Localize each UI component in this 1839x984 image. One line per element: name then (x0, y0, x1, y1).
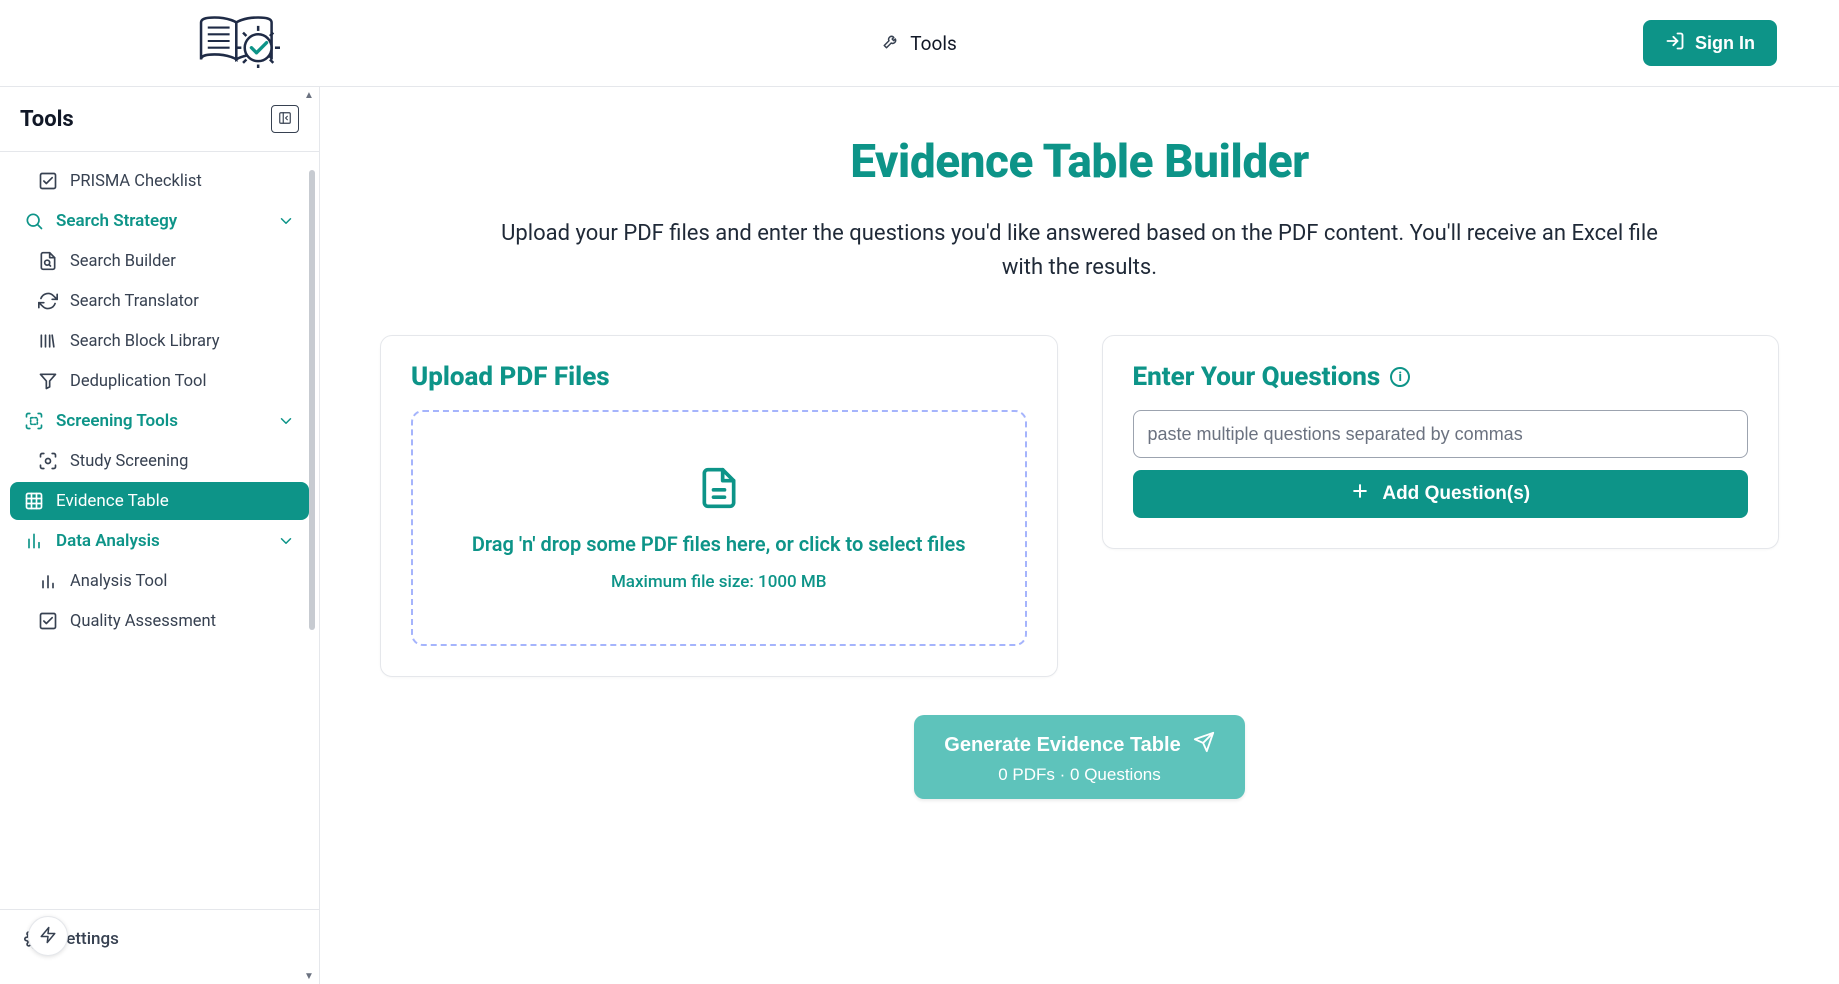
check-square-icon (38, 611, 58, 631)
sidebar-item-label: PRISMA Checklist (70, 172, 202, 191)
filter-icon (38, 371, 58, 391)
sidebar-group-label: Search Strategy (56, 211, 177, 231)
sidebar-item-search-block-library[interactable]: Search Block Library (10, 322, 309, 360)
file-icon (697, 464, 741, 516)
generate-label: Generate Evidence Table (944, 734, 1180, 757)
sidebar-nav: PRISMA Checklist Search Strategy Search … (0, 152, 319, 909)
generate-wrap: Generate Evidence Table 0 PDFs · 0 Quest… (380, 715, 1779, 799)
sidebar-item-label: Evidence Table (56, 491, 169, 511)
sidebar-item-label: Deduplication Tool (70, 372, 206, 391)
sidebar-item-label: Quality Assessment (70, 612, 216, 631)
sidebar-item-quality-assessment[interactable]: Quality Assessment (10, 602, 309, 640)
refresh-icon (38, 291, 58, 311)
info-icon[interactable]: i (1390, 367, 1410, 387)
logo-container (28, 14, 882, 72)
sidebar-item-label: Study Screening (70, 452, 188, 471)
scrollbar-thumb[interactable] (309, 170, 315, 630)
sidebar-item-label: Search Builder (70, 252, 176, 271)
header-right: Sign In (957, 20, 1811, 66)
upload-card: Upload PDF Files Drag 'n' drop some PDF … (380, 335, 1058, 677)
sidebar-item-prisma-checklist[interactable]: PRISMA Checklist (10, 162, 309, 200)
chevron-down-icon (277, 412, 295, 430)
scrollbar-track[interactable] (307, 166, 317, 809)
sidebar-title: Tools (20, 107, 74, 132)
floating-action-button[interactable] (28, 916, 68, 956)
sidebar-item-label: Search Translator (70, 292, 199, 311)
header-nav-label: Tools (910, 32, 957, 55)
questions-input[interactable] (1133, 410, 1749, 458)
sidebar-group-data-analysis[interactable]: Data Analysis (10, 522, 309, 560)
file-search-icon (38, 251, 58, 271)
search-icon (24, 211, 44, 231)
main-content: Evidence Table Builder Upload your PDF f… (320, 87, 1839, 984)
sidebar-group-label: Screening Tools (56, 411, 178, 431)
app-header: Tools Sign In (0, 0, 1839, 87)
scroll-down-icon[interactable]: ▼ (301, 968, 317, 984)
panel-left-close-icon (278, 111, 292, 128)
scroll-up-icon[interactable]: ▲ (301, 87, 317, 103)
questions-title-text: Enter Your Questions (1133, 362, 1381, 392)
chevron-down-icon (277, 532, 295, 550)
sidebar-item-deduplication-tool[interactable]: Deduplication Tool (10, 362, 309, 400)
sidebar-item-label: Search Block Library (70, 332, 220, 351)
plus-icon (1350, 481, 1370, 507)
sidebar-item-label: Analysis Tool (70, 572, 167, 591)
checklist-icon (38, 171, 58, 191)
generate-subtext: 0 PDFs · 0 Questions (998, 765, 1161, 785)
add-question-button[interactable]: Add Question(s) (1133, 470, 1749, 518)
dropzone-text: Drag 'n' drop some PDF files here, or cl… (472, 532, 966, 556)
sidebar-item-analysis-tool[interactable]: Analysis Tool (10, 562, 309, 600)
table-icon (24, 491, 44, 511)
sidebar-item-evidence-table[interactable]: Evidence Table (10, 482, 309, 520)
library-icon (38, 331, 58, 351)
send-icon (1193, 731, 1215, 759)
chevron-down-icon (277, 212, 295, 230)
sidebar-group-screening-tools[interactable]: Screening Tools (10, 402, 309, 440)
page-title: Evidence Table Builder (380, 135, 1779, 189)
sidebar-collapse-button[interactable] (271, 105, 299, 133)
cards-row: Upload PDF Files Drag 'n' drop some PDF … (380, 335, 1779, 677)
login-icon (1665, 31, 1685, 56)
bolt-icon (39, 926, 57, 947)
sign-in-label: Sign In (1695, 33, 1755, 54)
questions-card: Enter Your Questions i Add Question(s) (1102, 335, 1780, 549)
sidebar-item-search-builder[interactable]: Search Builder (10, 242, 309, 280)
sidebar-group-label: Data Analysis (56, 531, 160, 551)
sidebar-item-study-screening[interactable]: Study Screening (10, 442, 309, 480)
sign-in-button[interactable]: Sign In (1643, 20, 1777, 66)
sidebar-group-search-strategy[interactable]: Search Strategy (10, 202, 309, 240)
bar-chart-icon (38, 571, 58, 591)
generate-evidence-table-button[interactable]: Generate Evidence Table 0 PDFs · 0 Quest… (914, 715, 1244, 799)
header-nav-tools[interactable]: Tools (882, 32, 957, 55)
app-logo-icon (196, 14, 280, 72)
add-question-label: Add Question(s) (1382, 483, 1530, 505)
bar-chart-icon (24, 531, 44, 551)
sidebar-item-search-translator[interactable]: Search Translator (10, 282, 309, 320)
scan-icon (24, 411, 44, 431)
dropzone-subtext: Maximum file size: 1000 MB (611, 572, 827, 592)
pdf-dropzone[interactable]: Drag 'n' drop some PDF files here, or cl… (411, 410, 1027, 646)
wrench-icon (882, 32, 900, 55)
sidebar-header: Tools (0, 87, 319, 151)
page-description: Upload your PDF files and enter the ques… (500, 217, 1660, 285)
upload-card-title: Upload PDF Files (411, 362, 1027, 392)
questions-card-title: Enter Your Questions i (1133, 362, 1749, 392)
sidebar: ▲ Tools (0, 87, 320, 984)
focus-icon (38, 451, 58, 471)
